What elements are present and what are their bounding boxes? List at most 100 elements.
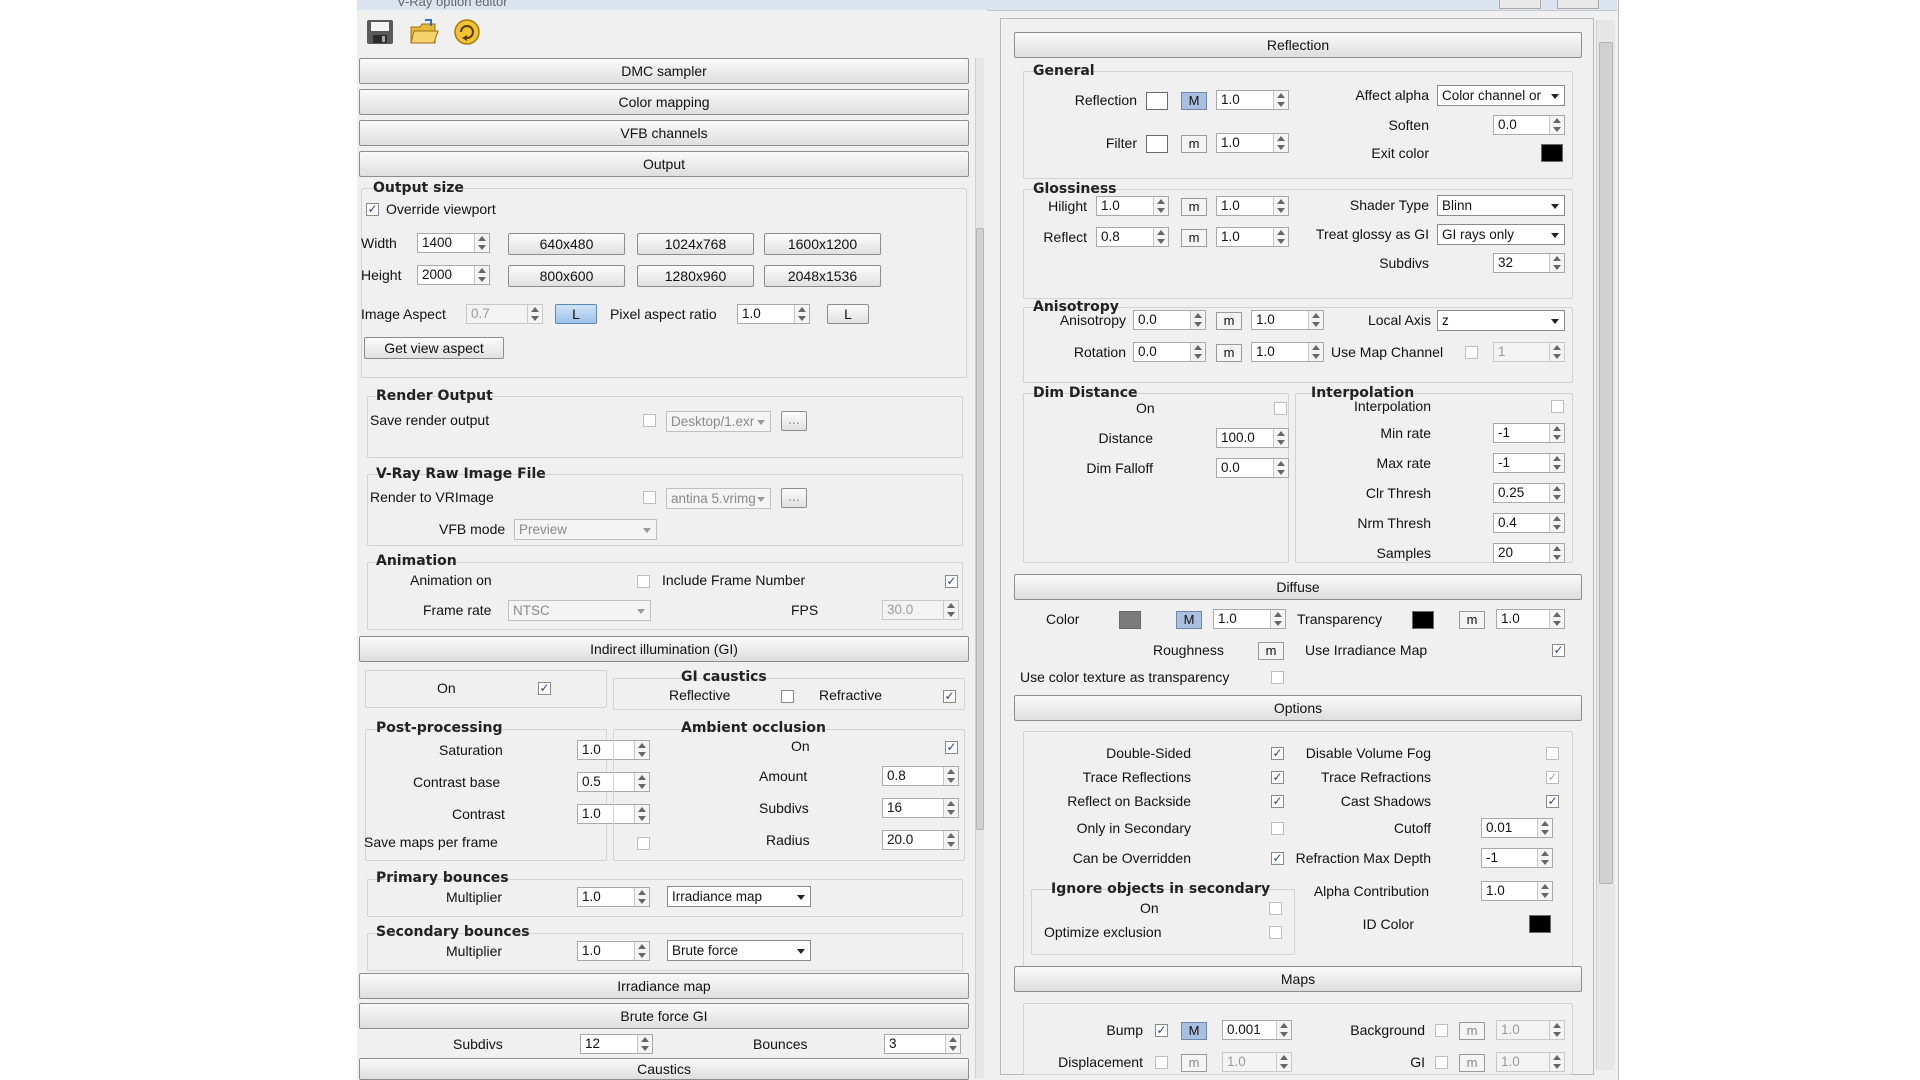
rotation-map-button[interactable]: m [1216,344,1242,362]
override-viewport-checkbox[interactable]: ✓ [366,203,379,216]
treat-glossy-dropdown[interactable]: GI rays only [1437,224,1565,245]
use-map-channel-checkbox[interactable] [1465,346,1478,359]
bump-checkbox[interactable]: ✓ [1155,1024,1168,1037]
anisotropy-input[interactable]: 0.0 [1133,310,1206,330]
rollout-maps[interactable]: Maps [1014,966,1582,992]
right-scrollbar[interactable] [1596,20,1615,1070]
ao-on-checkbox[interactable]: ✓ [945,741,958,754]
reflect-glossiness-input[interactable]: 0.8 [1096,227,1169,247]
ao-radius-input[interactable]: 20.0 [882,830,959,850]
reflective-checkbox[interactable] [781,690,794,703]
open-folder-icon[interactable] [409,18,439,46]
image-aspect-lock-button[interactable]: L [555,304,597,324]
dim-on-checkbox[interactable] [1274,402,1287,415]
transparency-map-button[interactable]: m [1459,611,1485,629]
save-render-output-checkbox[interactable] [643,414,656,427]
hilight-input[interactable]: 1.0 [1096,196,1169,216]
id-color-swatch[interactable] [1529,915,1551,933]
dim-falloff-input[interactable]: 0.0 [1216,458,1289,478]
preset-640x480-button[interactable]: 640x480 [508,233,625,255]
gi-on-checkbox[interactable]: ✓ [538,682,551,695]
only-secondary-checkbox[interactable] [1271,822,1284,835]
min-rate-input[interactable]: -1 [1493,423,1565,443]
gi-map-checkbox[interactable] [1435,1056,1448,1069]
right-scrollbar-thumb[interactable] [1599,42,1613,884]
height-input[interactable]: 2000 [417,265,490,285]
preset-1280x960-button[interactable]: 1280x960 [637,265,754,287]
displacement-amount-input[interactable]: 1.0 [1222,1052,1292,1072]
displacement-checkbox[interactable] [1155,1056,1168,1069]
refresh-icon[interactable] [452,18,482,46]
background-checkbox[interactable] [1435,1024,1448,1037]
refractive-checkbox[interactable]: ✓ [943,690,956,703]
preset-1600x1200-button[interactable]: 1600x1200 [764,233,881,255]
vfb-mode-dropdown[interactable]: Preview [514,519,657,540]
get-view-aspect-button[interactable]: Get view aspect [364,337,504,359]
reflection-map-button[interactable]: M [1181,92,1207,110]
brute-bounces-input[interactable]: 3 [884,1034,961,1054]
rotation-map-amount-input[interactable]: 1.0 [1251,342,1324,362]
distance-input[interactable]: 100.0 [1216,428,1289,448]
nrm-thresh-input[interactable]: 0.4 [1493,513,1565,533]
rollout-output[interactable]: Output [359,151,969,177]
diffuse-color-map-button[interactable]: M [1176,611,1202,629]
rollout-color-mapping[interactable]: Color mapping [359,89,969,115]
rollout-options[interactable]: Options [1014,695,1582,721]
clr-thresh-input[interactable]: 0.25 [1493,483,1565,503]
primary-engine-dropdown[interactable]: Irradiance map [667,886,811,907]
shader-type-dropdown[interactable]: Blinn [1437,195,1565,216]
rollout-brute-force-gi[interactable]: Brute force GI [359,1003,969,1029]
cast-shadows-checkbox[interactable]: ✓ [1546,795,1559,808]
fps-input[interactable]: 30.0 [882,600,959,620]
width-input[interactable]: 1400 [417,233,490,253]
include-frame-number-checkbox[interactable]: ✓ [945,575,958,588]
ignore-on-checkbox[interactable] [1269,902,1282,915]
secondary-engine-dropdown[interactable]: Brute force [667,940,811,961]
trace-refractions-checkbox[interactable]: ✓ [1546,771,1559,784]
primary-multiplier-input[interactable]: 1.0 [577,887,650,907]
bump-amount-input[interactable]: 0.001 [1222,1020,1292,1040]
ao-amount-input[interactable]: 0.8 [882,766,959,786]
background-amount-input[interactable]: 1.0 [1496,1020,1565,1040]
hilight-map-button[interactable]: m [1181,198,1207,216]
exit-color-swatch[interactable] [1541,144,1563,162]
background-map-button[interactable]: m [1459,1022,1485,1040]
gloss-subdivs-input[interactable]: 32 [1493,253,1565,273]
preset-800x600-button[interactable]: 800x600 [508,265,625,287]
filter-amount-input[interactable]: 1.0 [1216,133,1289,153]
use-irradiance-map-checkbox[interactable]: ✓ [1552,644,1565,657]
max-rate-input[interactable]: -1 [1493,453,1565,473]
soften-input[interactable]: 0.0 [1493,115,1565,135]
preset-1024x768-button[interactable]: 1024x768 [637,233,754,255]
roughness-map-button[interactable]: m [1258,642,1284,660]
refraction-max-depth-input[interactable]: -1 [1481,848,1553,868]
disable-volume-fog-checkbox[interactable] [1546,747,1559,760]
optimize-exclusion-checkbox[interactable] [1269,926,1282,939]
local-axis-dropdown[interactable]: z [1437,310,1565,331]
minimize-button[interactable] [1499,0,1541,9]
double-sided-checkbox[interactable]: ✓ [1271,747,1284,760]
vrimg-path-field[interactable]: antina 5.vrimg [666,488,771,509]
map-channel-input[interactable]: 1 [1493,342,1565,362]
transparency-color-swatch[interactable] [1412,611,1434,629]
anisotropy-map-button[interactable]: m [1216,312,1242,330]
filter-map-button[interactable]: m [1181,135,1207,153]
preset-2048x1536-button[interactable]: 2048x1536 [764,265,881,287]
bump-map-button[interactable]: M [1181,1022,1207,1040]
pixel-aspect-input[interactable]: 1.0 [737,304,810,324]
trace-reflections-checkbox[interactable]: ✓ [1271,771,1284,784]
left-scrollbar-thumb[interactable] [976,228,984,830]
reflection-color-swatch[interactable] [1146,92,1168,110]
save-icon[interactable] [365,18,395,46]
rollout-caustics[interactable]: Caustics [359,1058,969,1080]
reflect-map-amount-input[interactable]: 1.0 [1216,227,1289,247]
render-output-path-field[interactable]: Desktop/1.exr [666,411,771,432]
gi-map-amount-input[interactable]: 1.0 [1496,1052,1565,1072]
rollout-irradiance-map[interactable]: Irradiance map [359,973,969,999]
alpha-contribution-input[interactable]: 1.0 [1481,881,1553,901]
reflect-map-button[interactable]: m [1181,229,1207,247]
reflection-amount-input[interactable]: 1.0 [1216,90,1289,110]
animation-on-checkbox[interactable] [637,575,650,588]
frame-rate-dropdown[interactable]: NTSC [508,600,651,621]
rollout-indirect-illumination[interactable]: Indirect illumination (GI) [359,636,969,662]
